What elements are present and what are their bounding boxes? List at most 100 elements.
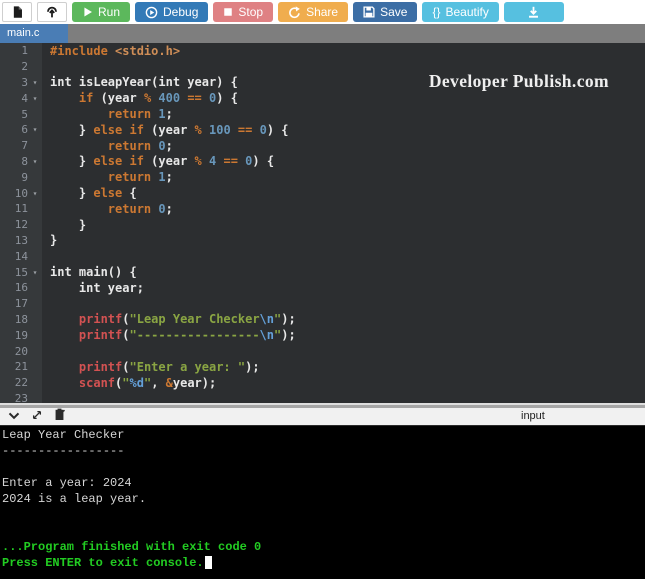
console-line: ...Program finished with exit code 0 xyxy=(2,540,262,554)
code-line: 18 printf("Leap Year Checker\n"); xyxy=(0,311,645,328)
code-line: 1 #include <stdio.h> xyxy=(0,43,645,59)
code-text: scanf("%d", &year); xyxy=(78,375,217,390)
stop-button[interactable]: Stop xyxy=(213,2,274,22)
gutter: 8 ▾ xyxy=(0,153,42,170)
line-number: 17 xyxy=(14,297,28,311)
line-number: 22 xyxy=(14,376,28,390)
save-icon xyxy=(363,6,375,18)
run-button[interactable]: Run xyxy=(72,2,131,22)
console-output[interactable]: Leap Year Checker ----------------- Enter … xyxy=(0,426,645,579)
download-icon xyxy=(527,6,540,19)
watermark: Developer Publish.com xyxy=(428,71,609,91)
line-number: 12 xyxy=(14,218,28,232)
gutter: 7 xyxy=(0,137,42,154)
gutter: 22 xyxy=(0,374,42,391)
line-number: 20 xyxy=(14,344,28,358)
collapse-console-button[interactable] xyxy=(8,408,20,426)
gutter: 14 xyxy=(0,248,42,265)
debug-play-circle-icon xyxy=(145,6,158,19)
text-cursor xyxy=(204,556,212,570)
save-label: Save xyxy=(380,5,408,19)
line-number: 21 xyxy=(14,360,28,374)
code-line: 6 ▾ } else if (year % 100 == 0) { xyxy=(0,121,645,138)
fold-toggle-icon[interactable]: ▾ xyxy=(28,78,42,87)
line-number: 9 xyxy=(21,170,28,184)
code-line: 20 xyxy=(0,343,645,359)
chevron-down-icon xyxy=(8,408,20,426)
tab-bar: main.c xyxy=(0,24,645,43)
gutter: 21 xyxy=(0,358,42,375)
code-line: 7 return 0; xyxy=(0,137,645,154)
fold-toggle-icon[interactable]: ▾ xyxy=(28,157,42,166)
line-number: 23 xyxy=(14,391,28,403)
gutter: 1 xyxy=(0,43,42,59)
console-line: Leap Year Checker xyxy=(2,428,125,442)
stop-icon xyxy=(223,7,233,17)
code-line: 4 ▾ if (year % 400 == 0) { xyxy=(0,90,645,107)
gutter: 23 xyxy=(0,390,42,403)
code-editor[interactable]: 1 #include <stdio.h> 2 3 ▾ int isLeapYear(int… xyxy=(0,43,645,403)
fold-toggle-icon[interactable]: ▾ xyxy=(28,94,42,103)
console-line: Enter a year: 2024 xyxy=(2,476,132,490)
code-line: 11 return 0; xyxy=(0,200,645,217)
share-icon xyxy=(288,5,301,19)
code-line: 23 xyxy=(0,390,645,403)
code-text: int isLeapYear(int year) { xyxy=(50,75,238,90)
fold-toggle-icon[interactable]: ▾ xyxy=(28,268,42,277)
code-line: 13} xyxy=(0,232,645,249)
code-line: 16 int year; xyxy=(0,279,645,296)
clipboard-icon xyxy=(54,408,65,426)
gutter: 6 ▾ xyxy=(0,121,42,138)
stop-label: Stop xyxy=(238,5,264,19)
braces-icon: {} xyxy=(432,5,441,19)
play-icon xyxy=(82,6,93,18)
fold-toggle-icon[interactable]: ▾ xyxy=(28,125,42,134)
gutter: 5 xyxy=(0,106,42,122)
paste-input-button[interactable] xyxy=(54,408,65,426)
code-text: int main() { xyxy=(50,265,137,280)
code-text: return 1; xyxy=(107,107,173,122)
gutter: 16 xyxy=(0,279,42,296)
code-text: return 0; xyxy=(107,138,173,153)
debug-label: Debug xyxy=(163,5,199,19)
code-text: return 0; xyxy=(107,201,173,216)
download-button[interactable] xyxy=(503,2,564,22)
code-text: printf("Leap Year Checker\n"); xyxy=(78,312,296,327)
ide-window: Run Debug Stop Share Save {} Beautify ma… xyxy=(0,0,645,579)
line-number: 4 xyxy=(21,91,28,105)
run-label: Run xyxy=(98,5,121,19)
save-button[interactable]: Save xyxy=(353,2,418,22)
code-line: 21 printf("Enter a year: "); xyxy=(0,358,645,375)
console-line: ----------------- xyxy=(2,444,125,458)
line-number: 6 xyxy=(21,123,28,137)
code-text: } xyxy=(50,217,87,232)
toolbar: Run Debug Stop Share Save {} Beautify xyxy=(0,0,645,24)
input-label[interactable]: input xyxy=(521,410,545,422)
console-line: 2024 is a leap year. xyxy=(2,492,147,506)
fold-toggle-icon[interactable]: ▾ xyxy=(28,189,42,198)
line-number: 19 xyxy=(14,328,28,342)
gutter: 4 ▾ xyxy=(0,90,42,107)
gutter: 9 xyxy=(0,169,42,186)
code-line: 10 ▾ } else { xyxy=(0,185,645,201)
debug-button[interactable]: Debug xyxy=(135,2,209,22)
upload-button[interactable] xyxy=(37,2,67,22)
expand-console-button[interactable] xyxy=(31,408,43,426)
code-text: if (year % 400 == 0) { xyxy=(78,91,238,106)
gutter: 18 xyxy=(0,311,42,328)
tab-main-c[interactable]: main.c xyxy=(0,24,68,43)
share-button[interactable]: Share xyxy=(278,2,349,22)
line-number: 14 xyxy=(14,249,28,263)
gutter: 13 xyxy=(0,232,42,249)
expand-icon xyxy=(31,408,43,426)
beautify-button[interactable]: {} Beautify xyxy=(422,2,499,22)
gutter: 11 xyxy=(0,200,42,217)
code-line: 9 return 1; xyxy=(0,169,645,186)
code-text: return 1; xyxy=(107,170,173,185)
gutter: 15 ▾ xyxy=(0,264,42,280)
line-number: 3 xyxy=(21,75,28,89)
new-file-button[interactable] xyxy=(2,2,32,22)
